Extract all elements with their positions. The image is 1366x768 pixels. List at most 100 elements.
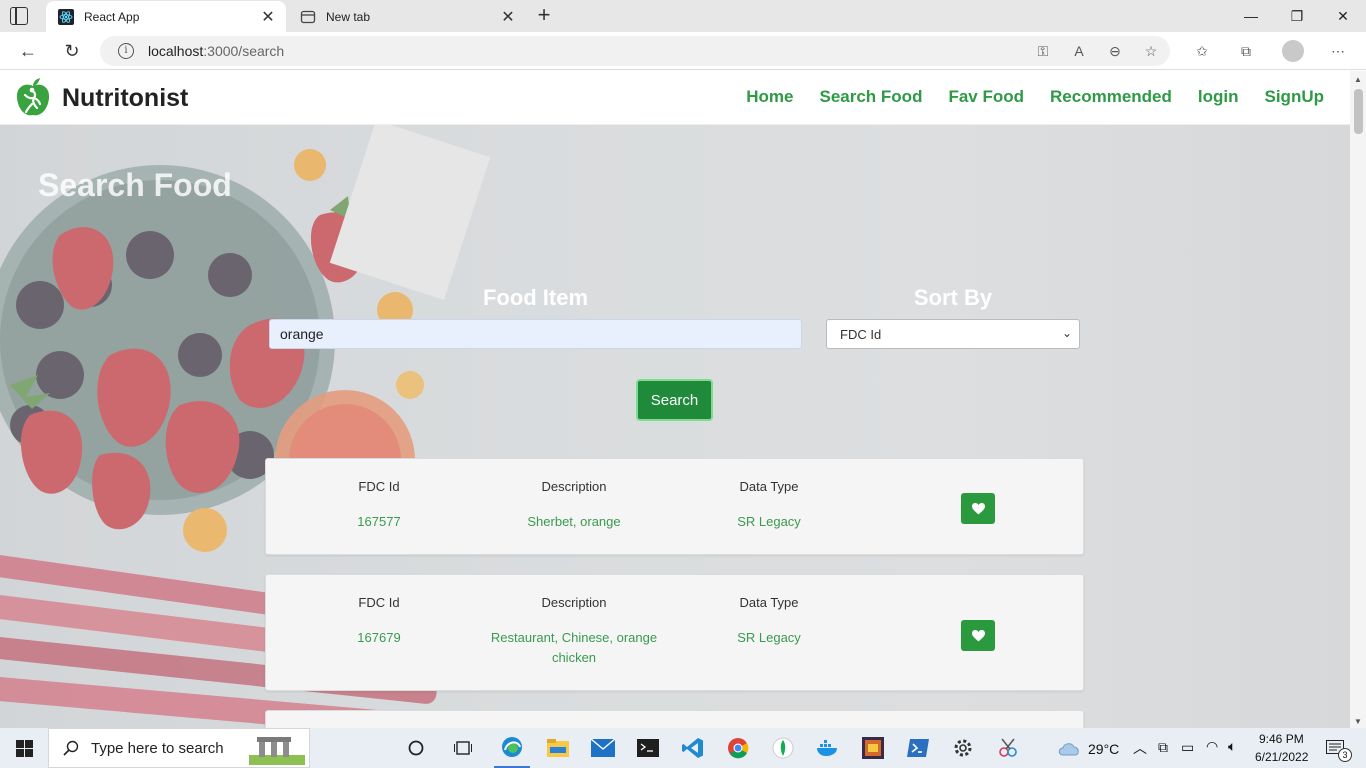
add-favorite-button[interactable] — [961, 620, 995, 651]
description-value: Sherbet, orange — [527, 514, 621, 529]
chrome-icon[interactable] — [720, 728, 756, 768]
weather-cloud-icon[interactable] — [1055, 728, 1083, 768]
chevron-down-icon: ⌄ — [1061, 326, 1072, 340]
mongodb-compass-icon[interactable] — [765, 728, 801, 768]
cortana-icon[interactable] — [400, 728, 432, 768]
data-type-value: SR Legacy — [737, 514, 801, 529]
task-view-icon[interactable] — [447, 728, 479, 768]
data-type-column: Data Type SR Legacy — [709, 479, 829, 532]
page-scrollbar[interactable]: ▲ ▼ — [1350, 71, 1366, 728]
restore-button[interactable]: ❐ — [1274, 0, 1320, 32]
windows-taskbar: Type here to search 29°C ︿ ⧉ ▭ ◠ 🔈︎ 9:46… — [0, 728, 1366, 768]
food-item-input[interactable]: orange — [269, 319, 802, 349]
data-type-value: SR Legacy — [737, 630, 801, 645]
result-card — [265, 710, 1084, 728]
taskbar-search-box[interactable]: Type here to search — [48, 728, 310, 768]
close-window-button[interactable]: ✕ — [1320, 0, 1366, 32]
file-explorer-icon[interactable] — [540, 728, 576, 768]
data-type-column: Data Type SR Legacy — [709, 595, 829, 648]
fdc-id-header: FDC Id — [358, 479, 400, 494]
fdc-id-header: FDC Id — [358, 595, 400, 610]
food-item-label: Food Item — [482, 285, 589, 310]
main-nav: Home Search Food Fav Food Recommended lo… — [746, 87, 1324, 107]
read-aloud-icon[interactable]: A — [1070, 42, 1088, 60]
docker-icon[interactable] — [810, 728, 846, 768]
brand[interactable]: Nutritonist — [12, 77, 188, 119]
battery-icon[interactable]: ▭ — [1181, 739, 1194, 756]
vscode-icon[interactable] — [675, 728, 711, 768]
game-app-icon[interactable] — [855, 728, 891, 768]
collections-icon[interactable]: ⧉ — [1237, 42, 1255, 60]
react-icon — [58, 8, 74, 25]
sort-by-label: Sort By — [913, 285, 993, 310]
nav-fav-food[interactable]: Fav Food — [948, 87, 1024, 107]
heart-icon — [971, 629, 985, 641]
powershell-icon[interactable] — [900, 728, 936, 768]
refresh-button[interactable]: ↻ — [60, 39, 84, 63]
settings-gear-icon[interactable] — [945, 728, 981, 768]
show-hidden-icons-chevron-icon[interactable]: ︿ — [1133, 738, 1147, 758]
page-title: Search Food — [38, 167, 232, 203]
apple-logo-icon — [16, 78, 50, 116]
add-favorite-button[interactable] — [961, 493, 995, 524]
scroll-down-icon[interactable]: ▼ — [1354, 717, 1362, 726]
site-info-icon[interactable]: i — [118, 43, 134, 59]
scrollbar-thumb[interactable] — [1354, 89, 1363, 134]
brand-name: Nutritonist — [62, 83, 189, 112]
data-type-header: Data Type — [739, 479, 799, 494]
new-tab-page-icon — [300, 10, 316, 23]
address-bar[interactable]: i localhost:3000/search — [100, 36, 1170, 66]
profile-avatar[interactable] — [1282, 40, 1304, 62]
nav-home[interactable]: Home — [746, 87, 793, 107]
description-header: Description — [541, 479, 607, 494]
volume-icon[interactable]: 🔈︎ — [1228, 738, 1236, 755]
result-card: FDC Id 167577 Description Sherbet, orang… — [265, 458, 1084, 555]
tab-react-app[interactable]: React App ✕ — [46, 1, 286, 32]
new-tab-button[interactable]: + — [533, 4, 555, 28]
sort-by-select[interactable]: FDC Id ⌄ — [826, 319, 1080, 349]
more-options-icon[interactable]: ⋯ — [1329, 42, 1347, 60]
edge-taskbar-icon[interactable] — [494, 728, 530, 768]
clock-date[interactable]: 6/21/2022 — [1255, 750, 1308, 764]
fdc-id-column: FDC Id 167679 — [324, 595, 434, 648]
favorites-icon[interactable]: ✩ — [1193, 42, 1211, 60]
heart-icon — [971, 502, 985, 514]
nav-search-food[interactable]: Search Food — [819, 87, 922, 107]
fdc-id-column: FDC Id 167577 — [324, 479, 434, 532]
close-tab-icon[interactable]: ✕ — [256, 7, 280, 27]
search-icon — [63, 740, 79, 756]
minimize-button[interactable]: — — [1228, 0, 1274, 32]
key-icon[interactable]: ⚿ — [1034, 42, 1052, 60]
back-button[interactable]: ← — [16, 39, 40, 63]
description-column: Description Sherbet, orange — [484, 479, 664, 532]
terminal-icon[interactable] — [630, 728, 666, 768]
close-tab-icon[interactable]: ✕ — [496, 7, 520, 27]
food-item-value: orange — [280, 326, 324, 342]
zoom-icon[interactable]: ⊖ — [1106, 42, 1124, 60]
wifi-icon[interactable]: ◠ — [1206, 738, 1218, 755]
scroll-up-icon[interactable]: ▲ — [1354, 75, 1362, 84]
tab-new-tab[interactable]: New tab ✕ — [288, 1, 526, 32]
start-button[interactable] — [0, 728, 48, 768]
weather-temperature[interactable]: 29°C — [1088, 741, 1119, 757]
nav-signup[interactable]: SignUp — [1265, 87, 1325, 107]
browser-tab-bar: React App ✕ New tab ✕ + — ❐ ✕ — [0, 0, 1366, 32]
notifications-button[interactable]: 3 — [1318, 728, 1352, 768]
result-card: FDC Id 167679 Description Restaurant, Ch… — [265, 574, 1084, 691]
url-text: localhost:3000/search — [148, 43, 285, 59]
data-type-header: Data Type — [739, 595, 799, 610]
fdc-id-value: 167679 — [357, 630, 401, 645]
nav-login[interactable]: login — [1198, 87, 1239, 107]
meet-now-icon[interactable]: ⧉ — [1158, 739, 1168, 756]
nav-recommended[interactable]: Recommended — [1050, 87, 1172, 107]
description-header: Description — [541, 595, 607, 610]
mail-icon[interactable] — [585, 728, 621, 768]
tab-actions-icon[interactable] — [10, 7, 28, 25]
search-highlight-icon — [249, 737, 305, 765]
clock-time[interactable]: 9:46 PM — [1259, 732, 1304, 746]
snipping-tool-icon[interactable] — [990, 728, 1026, 768]
fdc-id-value: 167577 — [357, 514, 401, 529]
add-favorite-icon[interactable]: ☆ — [1142, 42, 1160, 60]
search-button[interactable]: Search — [636, 379, 713, 421]
notification-count-badge: 3 — [1338, 748, 1352, 762]
